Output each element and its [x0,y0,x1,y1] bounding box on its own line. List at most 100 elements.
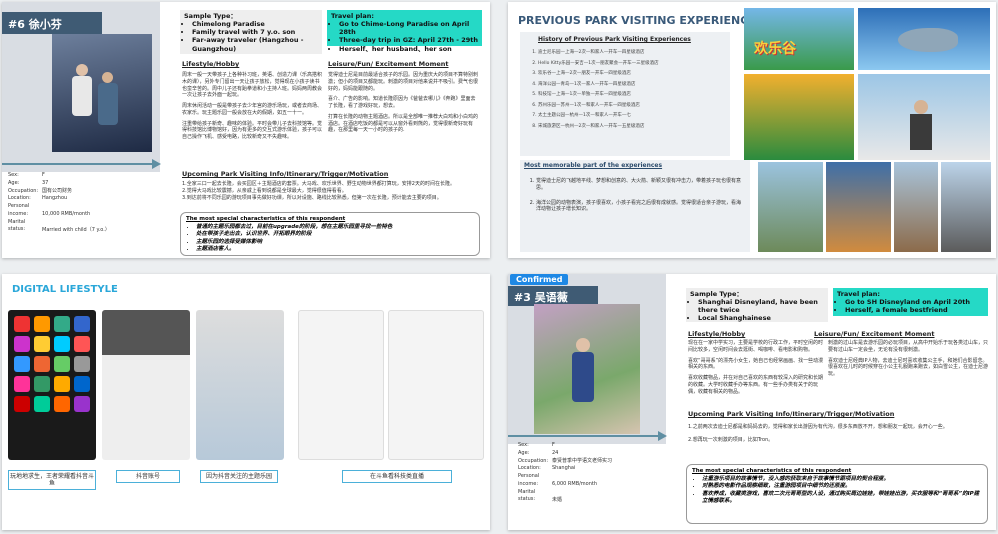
field-row: Location: Hangzhou [8,195,68,202]
leisure-paragraph: 喜介、广告的影响。知道长隆原因为《爸爸去哪儿》《奔跑》里面去了长隆，看了游戏好玩… [328,96,476,109]
upcoming-line: 3.到达前将不同乐园的游玩项目事先做好功课，所以对设施、路线比较熟悉，但第一次在… [182,194,442,201]
lifestyle-heading: Lifestyle/Hobby [688,330,746,338]
confirmed-badge: Confirmed [510,274,569,285]
history-item: 迪士尼乐园—上海—2次—和家人—开车—四星级酒店 [538,48,726,59]
travel-plan-title: Travel plan: [837,290,880,298]
lifestyle-text: 现在在一家中学实习，主要是学校的行政工作，平时空闲的时间比较多，空闲时间会去逛街… [688,340,824,395]
respondent-title: #6 徐小芬 [8,18,62,31]
respondent-title: #3 吴语薇 [514,291,568,304]
upcoming-line: 2.想再玩一次刺激的项目，比如Tron。 [688,436,774,443]
respondent-photo [534,304,640,434]
slide-respondent-6: #6 徐小芬 Sample Type： Chimelong Paradise F… [2,2,490,258]
lifestyle-paragraph: 注重带给孩子新奇、趣味的体验。平时会带儿子去科技馆等。觉得科技馆比博物馆好，因为… [182,120,323,141]
sample-type-box: Sample Type： Shanghai Disneyland, have b… [686,288,828,322]
shark-photo [858,8,990,70]
travel-item: Herself, a female bestfriend [845,306,984,314]
special-item: 主题酒店客人。 [196,246,474,253]
field-row: Marital status: 未婚 [518,488,563,503]
history-item: 海洋公园—青岛—1次—家人—开车—四星级酒店 [538,80,726,91]
leisure-text: 刺激的过山车是去游乐园的必玩项目，从高中开始乐于玩各类过山车，只要有过山车一定会… [828,340,990,378]
leisure-heading: Leisure/Fun/ Excitement Moment [814,330,935,338]
profile-fields: Sex: F Age: 24 Occupation: 泰贤普季中学语文老师实习 Loc… [518,442,668,504]
field-row: Personal income: 10,000 RMB/month [8,203,91,217]
travel-item: Three-day trip in GZ: April 27th - 29th [339,36,478,44]
slide-title: DIGITAL LIFESTYLE [12,284,118,295]
field-row: Personal income: 6,000 RMB/month [518,473,598,487]
travel-item: Herself、her husband、her son [339,45,478,53]
field-row: Age: 24 [518,449,559,456]
history-item: 苏州乐园—苏州—1次—和家人—开车—四星级酒店 [538,101,726,112]
sample-item: Family travel with 7 y.o. son [192,28,318,36]
sample-item: Chimelong Paradise [192,20,318,28]
lifestyle-paragraph: 喜欢收藏物品，并在对自己喜欢的东西有较深入的研究和长期的收藏。大学时收藏手办等东… [688,375,824,395]
leisure-text: 觉得迪士尼是目前最适合孩子的乐园。因为重庆大的项目不算特别刺激；但小的项目又都能… [328,72,480,134]
divider-arrowhead [152,159,161,169]
divider-arrow [508,435,658,437]
upcoming-line: 2.觉得大马戏比较震撼，从亲戚上看到说都是全球最大，觉得很值得看看。 [182,187,347,194]
phone-screenshot-douyu-2 [388,310,484,460]
ride-photo [744,74,854,160]
caption-douyin-account: 抖音账号 [116,470,180,484]
divider-arrow [2,163,152,165]
history-item: 太土主题公园—杭州—1次—和家人—开车—七 [538,111,726,122]
history-item: 欢乐谷—上海—2次—朋友—开车—四星级酒店 [538,69,726,80]
travel-plan-box: Travel plan: Go to Chime-Long Paradise o… [327,10,482,53]
phone-screenshot-douyin-account [102,310,190,460]
upcoming-line: 1.之前两次去迪士尼都是和妈妈去的，觉得和家长出游因为有代沟，很多东西放不开，想… [688,424,948,430]
divider-arrowhead [658,431,667,441]
memorable-list: 觉得迪士尼的飞越地平线、梦想和创意的、大火箭、新颖又很有冲击力，带着孩子玩也很有… [526,178,744,213]
lifestyle-paragraph: 喜欢“哥哥系”的漂亮小女生，她自己也经常画画、找一些动漫相关的东西。 [688,357,824,371]
profile-fields: Sex: F Age: 37 Occupation: 国有公司财务 Location:… [8,172,158,234]
castle-photo [894,162,938,252]
memorable-item: 海洋公园的动物表演，孩子很喜欢，小孩子看完之后很有成就感。觉得很适合亲子游玩，看… [536,200,744,214]
phone-screenshot-apps [8,310,96,460]
special-item: 处在带孩子走出去，认识世界、开拓眼界的阶段 [196,231,474,238]
history-list: 迪士尼乐园—上海—2次—和家人—开车—四星级酒店 Hello Kitty乐园—安… [526,48,726,133]
travel-item: Go to Chime-Long Paradise on April 28th [339,20,478,36]
sample-type-box: Sample Type： Chimelong Paradise Family t… [180,10,322,54]
history-heading: History of Previous Park Visiting Experi… [538,36,691,43]
field-row: Occupation: 泰贤普季中学语文老师实习 [518,457,613,464]
leisure-paragraph: 觉得迪士尼是目前最适合孩子的乐园。因为重庆大的项目不算特别刺激；但小的项目又都能… [328,72,479,92]
field-row: Age: 37 [8,179,49,186]
park-sign-text: 欢乐谷 [754,41,796,57]
lifestyle-text: 周末一般一天带孩子上各种补习班，英语、创造力课（乐高搭积木的课），另外专门留出一… [182,72,322,141]
lifestyle-paragraph: 周末一般一天带孩子上各种补习班，英语、创造力课（乐高搭积木的课），另外专门留出一… [182,72,323,99]
leisure-heading: Leisure/Fun/ Excitement Moment [328,60,449,68]
upcoming-heading: Upcoming Park Visiting Info/Itinerary/Tr… [688,410,895,418]
phone-screenshot-douyin-follow [196,310,284,460]
special-title: The most special characteristics of this… [692,468,852,474]
caption-douyin-follow: 因为抖音关注的主题乐园 [200,470,278,484]
sample-type-title: Sample Type： [690,290,743,298]
memorable-item: 觉得迪士尼的飞越地平线、梦想和创意的、大火箭、新颖又很有冲击力，带着孩子玩也很有… [536,178,744,192]
leisure-paragraph: 喜欢迪士尼经典IP人物，去迪士尼时喜欢收集公主手，和她们合影留念。很喜欢在儿时的… [828,357,989,378]
special-characteristics-box: The most special characteristics of this… [686,464,988,524]
leisure-paragraph: 刺激的过山车是去游乐园的必玩项目，从高中开始乐于玩各类过山车，只要有过山车一定会… [828,340,989,353]
upcoming-heading: Upcoming Park Visiting Info/Itinerary/Tr… [182,170,389,178]
special-item: 主题乐园的选择受媒体影响 [196,239,474,246]
field-row: Sex: F [8,172,45,178]
upcoming-text: 1.全家三口一起去长隆，会买园区＋主题酒店的套票。大马戏、欢乐世界、野生动物世界… [182,181,482,201]
dolphin-photo [758,162,823,252]
travel-plan-title: Travel plan: [331,12,374,20]
memorable-heading-row: Most memorable part of the experiences [520,160,750,172]
carousel-photo [826,162,891,252]
lifestyle-paragraph: 现在在一家中学实习，主要是学校的行政工作，平时空闲的时间比较多，空闲时间会去逛街… [688,340,824,353]
caption-douyu: 在斗鱼看科技类直播 [342,470,452,484]
sample-item: Local Shanghainese [698,314,824,322]
sample-item: Shanghai Disneyland, have been there twi… [698,298,824,314]
caption-games: 玩地地求生，王者荣耀看抖音斗鱼 [8,470,96,491]
upcoming-text: 1.之前两次去迪士尼都是和妈妈去的，觉得和家长出游因为有代沟，很多东西放不开，想… [688,424,988,444]
slide-respondent-3: Confirmed #3 吴语薇 Sample Type： Shanghai D… [508,274,996,530]
travel-plan-box: Travel plan: Go to SH Disneyland on Apri… [833,288,988,316]
history-item: 科技馆—上海—1次—单独—开车—四星级酒店 [538,90,726,101]
slide-previous-experiences: PREVIOUS PARK VISITING EXPERIENCES Histo… [508,2,996,258]
field-row: Marital status: Married with child（7 y.o.… [8,218,110,233]
field-row: Occupation: 国有公司财务 [8,187,73,194]
phone-screenshot-douyu-1 [298,310,384,460]
lifestyle-paragraph: 周末休闲活动一般是带孩子去少年宫的游乐场玩，或者去商场、农家乐。玩主题乐园一般会… [182,103,323,116]
special-characteristics-box: The most special characteristics of this… [180,212,480,256]
special-item: 喜欢养成，收藏类游戏，喜欢二次元哥哥型的人设，通过购买周边娃娃，带娃娃出游，买衣… [702,491,982,506]
respondent-photo [52,34,152,152]
leisure-paragraph: 打算在长隆的动物主题酒店。所以是全部唯一推荐大白鸡和小白鸡的酒店。在酒店吃饭的都… [328,113,479,134]
